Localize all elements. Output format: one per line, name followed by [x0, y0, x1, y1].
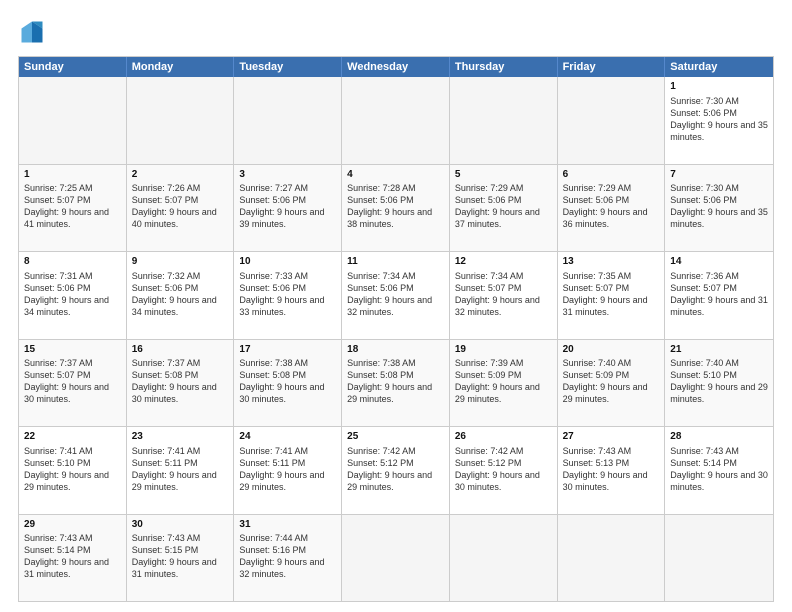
calendar-row-4: 22Sunrise: 7:41 AMSunset: 5:10 PMDayligh… — [19, 426, 773, 514]
cal-cell-14: 14Sunrise: 7:36 AMSunset: 5:07 PMDayligh… — [665, 252, 773, 339]
cal-cell-25: 25Sunrise: 7:42 AMSunset: 5:12 PMDayligh… — [342, 427, 450, 514]
header-day-wednesday: Wednesday — [342, 57, 450, 77]
day-number: 1 — [670, 80, 768, 94]
day-number: 22 — [24, 430, 121, 444]
day-number: 23 — [132, 430, 229, 444]
cal-cell-7: 7Sunrise: 7:30 AMSunset: 5:06 PMDaylight… — [665, 165, 773, 252]
day-number: 24 — [239, 430, 336, 444]
cal-cell-21: 21Sunrise: 7:40 AMSunset: 5:10 PMDayligh… — [665, 340, 773, 427]
cal-cell-10: 10Sunrise: 7:33 AMSunset: 5:06 PMDayligh… — [234, 252, 342, 339]
calendar-row-1: 1Sunrise: 7:25 AMSunset: 5:07 PMDaylight… — [19, 164, 773, 252]
day-number: 15 — [24, 343, 121, 357]
day-number: 4 — [347, 168, 444, 182]
cal-cell-empty — [558, 515, 666, 602]
cal-cell-empty — [558, 77, 666, 164]
calendar-row-5: 29Sunrise: 7:43 AMSunset: 5:14 PMDayligh… — [19, 514, 773, 602]
calendar-body: 1Sunrise: 7:30 AMSunset: 5:06 PMDaylight… — [19, 77, 773, 601]
day-number: 5 — [455, 168, 552, 182]
cal-cell-24: 24Sunrise: 7:41 AMSunset: 5:11 PMDayligh… — [234, 427, 342, 514]
calendar-row-2: 8Sunrise: 7:31 AMSunset: 5:06 PMDaylight… — [19, 251, 773, 339]
day-number: 7 — [670, 168, 768, 182]
logo-icon — [18, 18, 46, 46]
cal-cell-empty — [234, 77, 342, 164]
day-number: 12 — [455, 255, 552, 269]
day-number: 14 — [670, 255, 768, 269]
cal-cell-5: 5Sunrise: 7:29 AMSunset: 5:06 PMDaylight… — [450, 165, 558, 252]
cal-cell-17: 17Sunrise: 7:38 AMSunset: 5:08 PMDayligh… — [234, 340, 342, 427]
day-number: 28 — [670, 430, 768, 444]
header-day-sunday: Sunday — [19, 57, 127, 77]
cal-cell-8: 8Sunrise: 7:31 AMSunset: 5:06 PMDaylight… — [19, 252, 127, 339]
cal-cell-empty — [450, 515, 558, 602]
day-number: 26 — [455, 430, 552, 444]
day-number: 6 — [563, 168, 660, 182]
cal-cell-26: 26Sunrise: 7:42 AMSunset: 5:12 PMDayligh… — [450, 427, 558, 514]
cal-cell-11: 11Sunrise: 7:34 AMSunset: 5:06 PMDayligh… — [342, 252, 450, 339]
day-number: 19 — [455, 343, 552, 357]
cal-cell-31: 31Sunrise: 7:44 AMSunset: 5:16 PMDayligh… — [234, 515, 342, 602]
cal-cell-29: 29Sunrise: 7:43 AMSunset: 5:14 PMDayligh… — [19, 515, 127, 602]
cal-cell-3: 3Sunrise: 7:27 AMSunset: 5:06 PMDaylight… — [234, 165, 342, 252]
cal-cell-30: 30Sunrise: 7:43 AMSunset: 5:15 PMDayligh… — [127, 515, 235, 602]
day-number: 30 — [132, 518, 229, 532]
cal-cell-13: 13Sunrise: 7:35 AMSunset: 5:07 PMDayligh… — [558, 252, 666, 339]
cal-cell-4: 4Sunrise: 7:28 AMSunset: 5:06 PMDaylight… — [342, 165, 450, 252]
cal-cell-2: 2Sunrise: 7:26 AMSunset: 5:07 PMDaylight… — [127, 165, 235, 252]
cal-cell-1: 1Sunrise: 7:25 AMSunset: 5:07 PMDaylight… — [19, 165, 127, 252]
header-day-tuesday: Tuesday — [234, 57, 342, 77]
calendar-row-0: 1Sunrise: 7:30 AMSunset: 5:06 PMDaylight… — [19, 77, 773, 164]
day-number: 16 — [132, 343, 229, 357]
header-day-saturday: Saturday — [665, 57, 773, 77]
day-number: 17 — [239, 343, 336, 357]
calendar-header: SundayMondayTuesdayWednesdayThursdayFrid… — [19, 57, 773, 77]
cal-cell-19: 19Sunrise: 7:39 AMSunset: 5:09 PMDayligh… — [450, 340, 558, 427]
cal-cell-16: 16Sunrise: 7:37 AMSunset: 5:08 PMDayligh… — [127, 340, 235, 427]
day-number: 3 — [239, 168, 336, 182]
cal-cell-28: 28Sunrise: 7:43 AMSunset: 5:14 PMDayligh… — [665, 427, 773, 514]
day-number: 2 — [132, 168, 229, 182]
cal-cell-18: 18Sunrise: 7:38 AMSunset: 5:08 PMDayligh… — [342, 340, 450, 427]
cal-cell-empty — [19, 77, 127, 164]
day-number: 25 — [347, 430, 444, 444]
cal-cell-empty — [342, 515, 450, 602]
day-number: 8 — [24, 255, 121, 269]
header — [18, 18, 774, 46]
cal-cell-9: 9Sunrise: 7:32 AMSunset: 5:06 PMDaylight… — [127, 252, 235, 339]
day-number: 11 — [347, 255, 444, 269]
day-number: 10 — [239, 255, 336, 269]
day-number: 20 — [563, 343, 660, 357]
header-day-thursday: Thursday — [450, 57, 558, 77]
day-number: 29 — [24, 518, 121, 532]
cal-cell-23: 23Sunrise: 7:41 AMSunset: 5:11 PMDayligh… — [127, 427, 235, 514]
cal-cell-empty — [342, 77, 450, 164]
cal-cell-20: 20Sunrise: 7:40 AMSunset: 5:09 PMDayligh… — [558, 340, 666, 427]
cal-cell-empty — [665, 515, 773, 602]
day-number: 31 — [239, 518, 336, 532]
cal-cell-15: 15Sunrise: 7:37 AMSunset: 5:07 PMDayligh… — [19, 340, 127, 427]
day-number: 27 — [563, 430, 660, 444]
day-number: 9 — [132, 255, 229, 269]
cal-cell-12: 12Sunrise: 7:34 AMSunset: 5:07 PMDayligh… — [450, 252, 558, 339]
header-day-monday: Monday — [127, 57, 235, 77]
calendar: SundayMondayTuesdayWednesdayThursdayFrid… — [18, 56, 774, 602]
cal-cell-empty — [450, 77, 558, 164]
cal-cell-6: 6Sunrise: 7:29 AMSunset: 5:06 PMDaylight… — [558, 165, 666, 252]
logo — [18, 18, 50, 46]
day-number: 1 — [24, 168, 121, 182]
cal-cell-22: 22Sunrise: 7:41 AMSunset: 5:10 PMDayligh… — [19, 427, 127, 514]
page: SundayMondayTuesdayWednesdayThursdayFrid… — [0, 0, 792, 612]
day-number: 21 — [670, 343, 768, 357]
day-number: 13 — [563, 255, 660, 269]
header-day-friday: Friday — [558, 57, 666, 77]
calendar-row-3: 15Sunrise: 7:37 AMSunset: 5:07 PMDayligh… — [19, 339, 773, 427]
day-number: 18 — [347, 343, 444, 357]
cal-cell-1: 1Sunrise: 7:30 AMSunset: 5:06 PMDaylight… — [665, 77, 773, 164]
cal-cell-27: 27Sunrise: 7:43 AMSunset: 5:13 PMDayligh… — [558, 427, 666, 514]
cal-cell-empty — [127, 77, 235, 164]
